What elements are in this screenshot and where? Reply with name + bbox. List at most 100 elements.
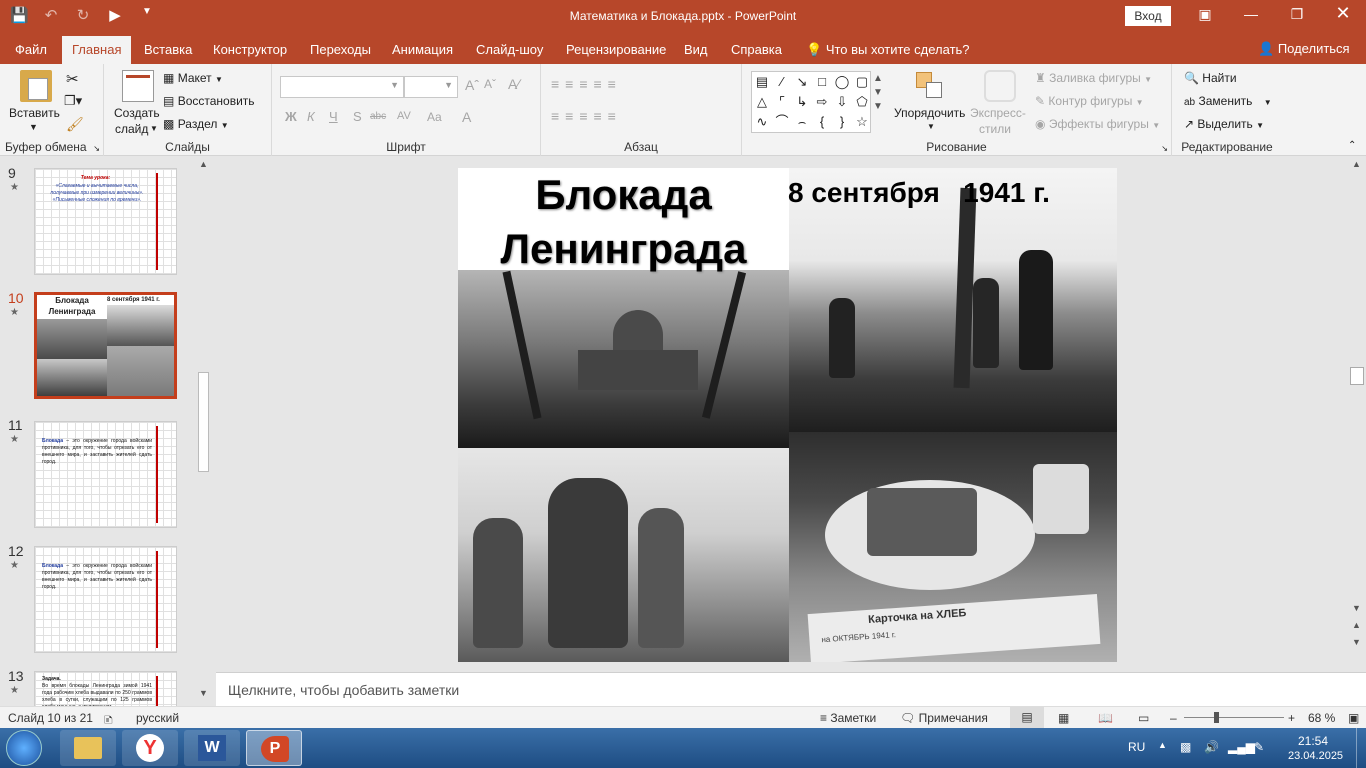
arrow-shape-icon[interactable]: ↘ (792, 72, 812, 92)
bullets-icon[interactable]: ≡≡≡≡≡ (551, 76, 622, 92)
action-center-icon[interactable]: ▩ (1180, 740, 1191, 754)
tell-me-box[interactable]: 💡 Что вы хотите сделать? (806, 42, 970, 58)
arc-shape-icon[interactable]: ⌒ (772, 112, 792, 132)
minimize-icon[interactable]: — (1236, 6, 1266, 22)
grow-font-icon[interactable]: Aˆ (465, 77, 479, 93)
input-language[interactable]: RU (1128, 740, 1145, 754)
right-arrow-shape-icon[interactable]: ⇨ (812, 92, 832, 112)
textbox-shape-icon[interactable]: ▤ (752, 72, 772, 92)
drawing-launcher-icon[interactable]: ↘ (1161, 144, 1168, 153)
scroll-down-icon[interactable]: ▼ (1352, 603, 1361, 613)
new-slide-button-line2[interactable]: слайд (115, 122, 148, 136)
select-button[interactable]: ↗ Выделить ▼ (1184, 117, 1264, 131)
paste-button[interactable]: Вставить (9, 106, 60, 120)
reset-button[interactable]: ▤ Восстановить (163, 94, 255, 108)
zoom-level[interactable]: 68 % (1308, 711, 1335, 725)
fit-to-window-icon[interactable]: ▣ (1348, 711, 1359, 725)
copy-icon[interactable]: ❐▾ (64, 93, 82, 109)
slide-canvas[interactable]: Карточка на ХЛЕБ на ОКТЯБРЬ 1941 г. Блок… (458, 168, 1117, 662)
powerpoint-taskbar-icon[interactable]: P (246, 730, 302, 766)
notes-toggle[interactable]: ≡ Заметки (820, 711, 876, 725)
brace-open-shape-icon[interactable]: { (812, 112, 832, 132)
slide-thumbnail-9[interactable]: Тема урока: «Слагаемые и вычитаемые числ… (34, 168, 177, 275)
format-painter-icon[interactable]: 🖌 (66, 116, 84, 133)
replace-button[interactable]: ab Заменить ▼ (1184, 94, 1272, 108)
next-slide-icon[interactable]: ▼ (1352, 637, 1361, 647)
tab-file[interactable]: Файл (15, 42, 47, 57)
slide-title[interactable]: Блокада Ленинграда (458, 168, 789, 276)
clock-time[interactable]: 21:54 (1298, 734, 1328, 748)
change-case-button[interactable]: Aa (427, 110, 442, 124)
find-button[interactable]: 🔍 Найти (1184, 71, 1237, 85)
shrink-font-icon[interactable]: Aˇ (484, 77, 496, 91)
shadow-button[interactable]: S (353, 109, 362, 124)
line-shape-icon[interactable]: ∕ (772, 72, 792, 92)
cut-icon[interactable]: ✂ (66, 70, 79, 88)
elbow-shape-icon[interactable]: ↳ (792, 92, 812, 112)
clear-format-icon[interactable]: A∕ (508, 76, 520, 92)
shapes-gallery[interactable]: ▤ ∕ ↘ □ ◯ ▢ △ ⌜ ↳ ⇨ ⇩ ⬠ ∿ ⌒ ⌢{} ☆ (751, 71, 871, 133)
paste-dropdown-icon[interactable]: ▼ (29, 122, 38, 132)
quick-styles-button-line2[interactable]: стили (979, 122, 1011, 136)
slide-thumbnail-13[interactable]: Задача. Во время блокады Ленинграда зимо… (34, 671, 177, 707)
thumbnail-scrollbar[interactable]: ▲ ▼ (197, 157, 211, 703)
rounded-rect-shape-icon[interactable]: ▢ (852, 72, 872, 92)
comments-toggle[interactable]: 🗨 Примечания (900, 711, 988, 725)
scrollbar-thumb[interactable] (198, 372, 209, 472)
tab-review[interactable]: Рецензирование (566, 42, 666, 57)
paste-icon[interactable] (20, 70, 52, 102)
brace-close-shape-icon[interactable]: } (832, 112, 852, 132)
arrange-icon[interactable] (914, 70, 946, 102)
slide-thumbnail-10[interactable]: Блокада Ленинграда 8 сентября 1941 г. (34, 292, 177, 399)
new-slide-button[interactable]: Создать (114, 106, 160, 120)
quick-styles-icon[interactable] (984, 70, 1016, 102)
new-slide-dropdown-icon[interactable]: ▼ (150, 124, 158, 133)
italic-button[interactable]: К (307, 109, 315, 124)
editor-scrollbar[interactable]: ▲ ▼ ▲ ▼ (1349, 157, 1366, 671)
slide-date[interactable]: 8 сентября 1941 г. (788, 177, 1050, 209)
shape-effects-button[interactable]: ◉ Эффекты фигуры ▼ (1035, 117, 1160, 131)
share-button[interactable]: 👤 Поделиться (1258, 41, 1350, 57)
rect-shape-icon[interactable]: □ (812, 72, 832, 92)
scroll-down-icon[interactable]: ▼ (199, 688, 208, 698)
word-taskbar-icon[interactable]: W (184, 730, 240, 766)
tab-slideshow[interactable]: Слайд-шоу (476, 42, 543, 57)
new-slide-icon[interactable] (122, 70, 154, 102)
scrollbar-thumb[interactable] (1350, 367, 1364, 385)
tab-help[interactable]: Справка (731, 42, 782, 57)
clipboard-launcher-icon[interactable]: ↘ (93, 144, 100, 153)
font-name-combo[interactable]: ▼ (280, 76, 404, 98)
ribbon-display-icon[interactable]: ▣ (1190, 6, 1220, 23)
shape-outline-button[interactable]: ✎ Контур фигуры ▼ (1035, 94, 1144, 108)
start-button-icon[interactable] (6, 730, 42, 766)
char-spacing-button[interactable]: AV (397, 110, 411, 122)
layout-button[interactable]: ▦ Макет ▼ (163, 71, 223, 85)
shape-fill-button[interactable]: ♜ Заливка фигуры ▼ (1035, 71, 1152, 85)
arrange-dropdown-icon[interactable]: ▼ (927, 122, 935, 131)
notification-icon[interactable]: ✎ (1254, 740, 1264, 754)
slide-thumbnail-11[interactable]: Блокада – это окружение города войсками … (34, 421, 177, 528)
previous-slide-icon[interactable]: ▲ (1352, 620, 1361, 630)
signin-button[interactable]: Вход (1125, 6, 1171, 26)
align-icons[interactable]: ≡≡≡≡≡ (551, 108, 622, 124)
tab-design[interactable]: Конструктор (213, 42, 287, 57)
notes-pane[interactable]: Щелкните, чтобы добавить заметки (216, 672, 1366, 706)
tab-insert[interactable]: Вставка (144, 42, 192, 57)
pentagon-shape-icon[interactable]: ⬠ (852, 92, 872, 112)
language-indicator[interactable]: русский (136, 711, 179, 725)
oval-shape-icon[interactable]: ◯ (832, 72, 852, 92)
underline-button[interactable]: Ч (329, 109, 338, 124)
tab-view[interactable]: Вид (684, 42, 708, 57)
curve-shape-icon[interactable]: ∿ (752, 112, 772, 132)
slideshow-view-icon[interactable]: ▭ (1138, 711, 1149, 725)
yandex-browser-taskbar-icon[interactable]: Y (122, 730, 178, 766)
shapes-scroll-icons[interactable]: ▲ ▼ ▼ (873, 72, 883, 114)
zoom-out-icon[interactable]: – (1170, 711, 1177, 725)
zoom-in-icon[interactable]: + (1288, 711, 1295, 725)
zoom-slider-thumb[interactable] (1214, 712, 1219, 723)
font-color-icon[interactable]: A (462, 109, 471, 125)
tab-home[interactable]: Главная (62, 36, 132, 64)
show-desktop-button[interactable] (1356, 728, 1366, 768)
section-button[interactable]: ▩ Раздел ▼ (163, 117, 229, 131)
strikethrough-button[interactable]: abc (370, 111, 386, 122)
